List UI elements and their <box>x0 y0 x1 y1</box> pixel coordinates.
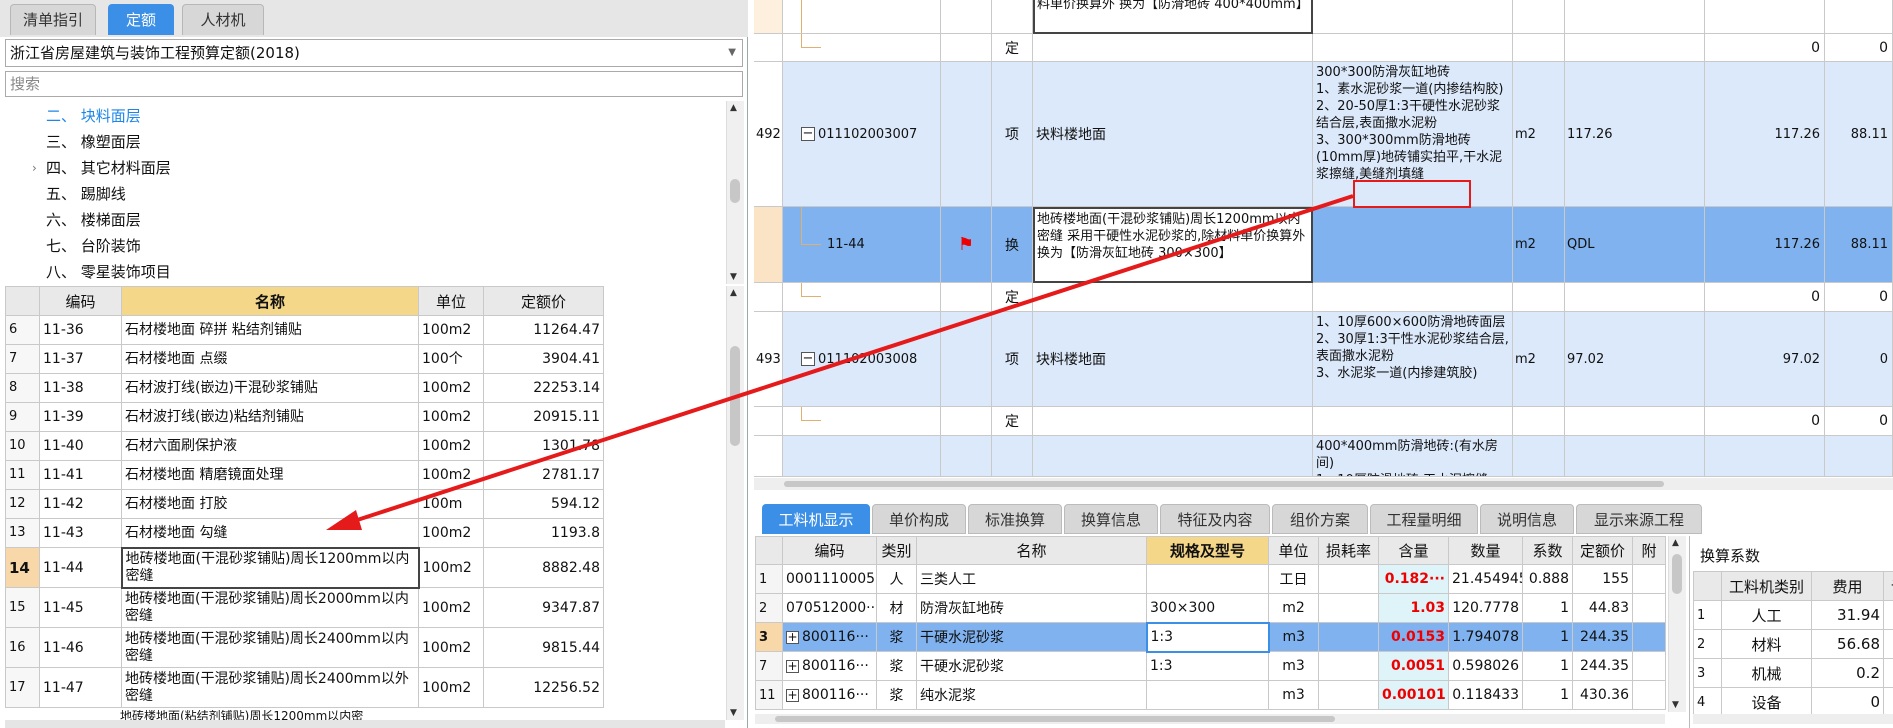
arrow-head-icon <box>326 510 362 530</box>
arrow-line <box>347 194 1354 525</box>
annotation-arrow <box>326 194 1354 530</box>
